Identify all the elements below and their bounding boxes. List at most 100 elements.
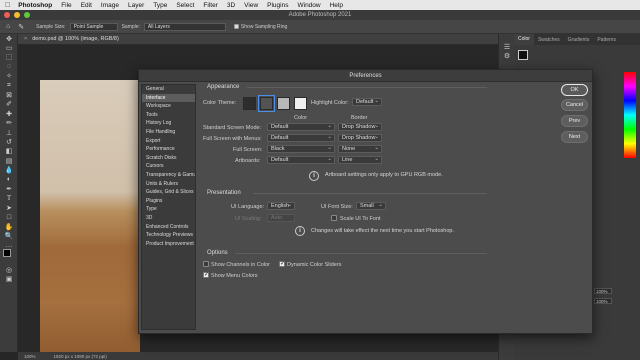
category-interface[interactable]: Interface (142, 93, 195, 103)
spot-healing-tool-icon[interactable]: ✚ (0, 109, 18, 118)
ok-button[interactable]: OK (561, 84, 588, 96)
color-spectrum-slider[interactable] (624, 72, 636, 158)
theme-swatch-darkest[interactable] (243, 97, 256, 110)
standard-screen-border-select[interactable]: Drop Shadow (338, 123, 382, 131)
color-swatches-icon[interactable] (0, 248, 18, 261)
pen-tool-icon[interactable]: ✒ (0, 184, 18, 193)
prev-button[interactable]: Prev (561, 115, 588, 127)
show-sampling-ring-checkbox[interactable] (233, 24, 239, 29)
document-tab[interactable]: × demo.psd @ 100% (image, RGB/8) (18, 34, 498, 45)
full-screen-menus-border-select[interactable]: Drop Shadow (338, 134, 382, 142)
category-plugins[interactable]: Plugins (142, 197, 195, 206)
menu-plugins[interactable]: Plugins (267, 2, 288, 9)
artboards-border-select[interactable]: Line (338, 156, 382, 164)
zoom-tool-icon[interactable]: 🔍 (0, 231, 18, 240)
history-brush-tool-icon[interactable]: ↺ (0, 137, 18, 146)
dodge-tool-icon[interactable]: ◐ (0, 175, 18, 184)
full-screen-color-select[interactable]: Black (267, 145, 335, 153)
menu-image[interactable]: Image (101, 2, 119, 9)
properties-panel-icon[interactable]: ⚙ (499, 51, 515, 60)
menu-window[interactable]: Window (297, 2, 320, 9)
category-units-rulers[interactable]: Units & Rulers (142, 180, 195, 189)
theme-swatch-dark[interactable] (258, 95, 275, 112)
clone-stamp-tool-icon[interactable]: ⊥ (0, 128, 18, 137)
category-scratch-disks[interactable]: Scratch Disks (142, 154, 195, 163)
apple-menu-icon[interactable]:  (5, 2, 10, 9)
ui-font-size-select[interactable]: Small (356, 202, 386, 210)
dynamic-color-sliders-checkbox[interactable] (279, 260, 285, 267)
history-panel-icon[interactable]: ☰ (499, 42, 515, 51)
full-screen-border-select[interactable]: None (338, 145, 382, 153)
menu-3d[interactable]: 3D (227, 2, 235, 9)
artboards-color-select[interactable]: Default (267, 156, 335, 164)
artboard-tool-icon[interactable]: ▭ (0, 43, 18, 52)
type-tool-icon[interactable]: T (0, 194, 18, 203)
marquee-tool-icon[interactable]: ⬚ (0, 53, 18, 62)
category-workspace[interactable]: Workspace (142, 102, 195, 111)
theme-swatch-lightest[interactable] (294, 97, 307, 110)
category-file-handling[interactable]: File Handling (142, 128, 195, 137)
menu-view[interactable]: View (244, 2, 258, 9)
tab-gradients[interactable]: Gradients (564, 37, 594, 43)
category-product-improvement[interactable]: Product Improvement (142, 240, 195, 249)
sample-select[interactable]: All Layers (143, 22, 226, 31)
category-general[interactable]: General (142, 85, 195, 94)
menu-edit[interactable]: Edit (81, 2, 92, 9)
next-button[interactable]: Next (561, 131, 588, 143)
category-transparency-gamut[interactable]: Transparency & Gamut (142, 171, 195, 180)
rectangle-tool-icon[interactable]: □ (0, 212, 18, 221)
gradient-tool-icon[interactable]: ▤ (0, 156, 18, 165)
show-channels-in-color-checkbox[interactable] (203, 261, 209, 267)
preferences-dialog: Preferences General Interface Workspace … (138, 69, 593, 334)
menu-select[interactable]: Select (176, 2, 194, 9)
category-cursors[interactable]: Cursors (142, 162, 195, 171)
frame-tool-icon[interactable]: ⊠ (0, 90, 18, 99)
hand-tool-icon[interactable]: ✋ (0, 222, 18, 231)
cancel-button[interactable]: Cancel (561, 99, 588, 111)
category-guides-grid-slices[interactable]: Guides, Grid & Slices (142, 188, 195, 197)
eyedropper-tool-icon[interactable]: ✎ (18, 23, 24, 31)
tab-patterns[interactable]: Patterns (593, 37, 620, 43)
tab-swatches[interactable]: Swatches (534, 37, 564, 43)
crop-tool-icon[interactable]: ⌗ (0, 81, 18, 90)
fill-percent-field[interactable]: 100% (594, 298, 612, 304)
close-document-icon[interactable]: × (24, 36, 27, 42)
ui-language-select[interactable]: English (267, 202, 295, 210)
path-selection-tool-icon[interactable]: ➤ (0, 203, 18, 212)
eyedropper-icon[interactable]: ✐ (0, 100, 18, 109)
category-technology-previews[interactable]: Technology Previews (142, 231, 195, 240)
menu-file[interactable]: File (61, 2, 71, 9)
category-3d[interactable]: 3D (142, 214, 195, 223)
quick-mask-icon[interactable]: ◎ (0, 265, 18, 274)
category-tools[interactable]: Tools (142, 111, 195, 120)
menu-filter[interactable]: Filter (203, 2, 217, 9)
full-screen-menus-color-select[interactable]: Default (267, 134, 335, 142)
menu-layer[interactable]: Layer (128, 2, 144, 9)
status-zoom[interactable]: 100% (24, 354, 36, 359)
category-export[interactable]: Export (142, 137, 195, 146)
category-history-log[interactable]: History Log (142, 119, 195, 128)
home-icon[interactable]: ⌂ (6, 23, 10, 30)
foreground-color-swatch[interactable] (518, 50, 528, 60)
category-performance[interactable]: Performance (142, 145, 195, 154)
show-menu-colors-checkbox[interactable] (203, 271, 209, 278)
brush-tool-icon[interactable]: ✏ (0, 119, 18, 128)
scale-ui-to-font-checkbox[interactable] (331, 215, 337, 221)
quick-selection-tool-icon[interactable]: ✧ (0, 72, 18, 81)
sample-size-select[interactable]: Point Sample (69, 22, 118, 31)
tab-color[interactable]: Color (514, 34, 534, 45)
move-tool-icon[interactable]: ✥ (0, 34, 18, 43)
opacity-percent-field[interactable]: 100% (594, 288, 612, 294)
screen-mode-icon[interactable]: ▣ (0, 275, 18, 284)
theme-swatch-light[interactable] (277, 97, 290, 110)
blur-tool-icon[interactable]: 💧 (0, 165, 18, 174)
standard-screen-color-select[interactable]: Default (267, 123, 335, 131)
eraser-tool-icon[interactable]: ◧ (0, 147, 18, 156)
category-enhanced-controls[interactable]: Enhanced Controls (142, 223, 195, 232)
menu-help[interactable]: Help (330, 2, 343, 9)
app-menu[interactable]: Photoshop (18, 2, 52, 9)
category-type[interactable]: Type (142, 205, 195, 214)
highlight-color-select[interactable]: Default (352, 98, 382, 106)
lasso-tool-icon[interactable]: ◌ (0, 62, 18, 71)
menu-type[interactable]: Type (153, 2, 167, 9)
